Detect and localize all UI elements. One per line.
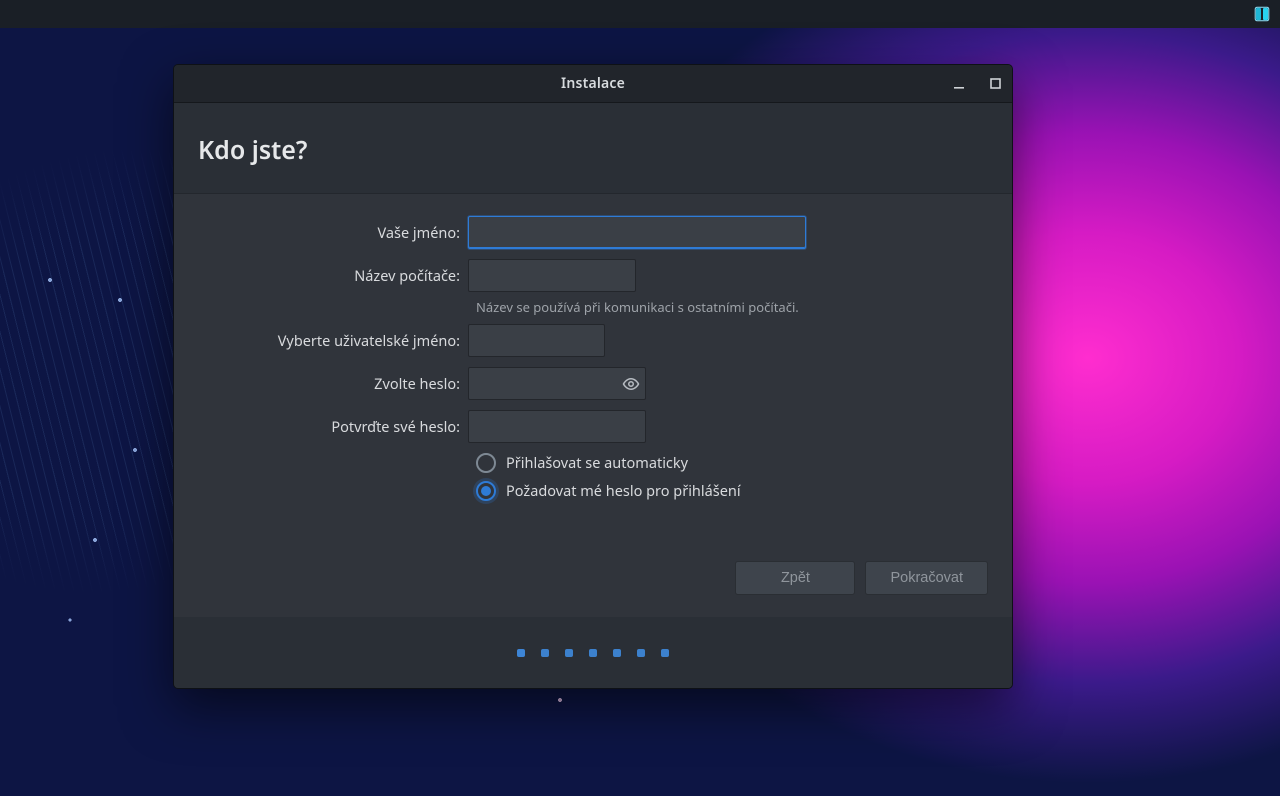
nav-buttons: Zpět Pokračovat <box>174 527 1012 617</box>
name-input[interactable] <box>468 216 806 249</box>
progress-dots <box>174 617 1012 688</box>
step-dot <box>613 649 621 657</box>
step-dot <box>517 649 525 657</box>
step-dot <box>637 649 645 657</box>
user-form: Vaše jméno: Název počítače: Název se pou… <box>174 194 1012 527</box>
confirm-label: Potvrďte své heslo: <box>198 417 468 437</box>
top-panel <box>0 0 1280 28</box>
require-password-label: Požadovat mé heslo pro přihlášení <box>506 481 741 501</box>
maximize-button[interactable] <box>986 75 1004 93</box>
username-label: Vyberte uživatelské jméno: <box>198 331 468 351</box>
hostname-hint: Název se používá při komunikaci s ostatn… <box>476 298 988 316</box>
radio-icon <box>476 453 496 473</box>
installer-indicator-icon[interactable] <box>1252 4 1272 24</box>
auto-login-label: Přihlašovat se automaticky <box>506 453 688 473</box>
username-input[interactable] <box>468 324 605 357</box>
show-password-button[interactable] <box>618 367 644 400</box>
step-dot <box>541 649 549 657</box>
page-header: Kdo jste? <box>174 103 1012 194</box>
continue-button[interactable]: Pokračovat <box>865 561 988 595</box>
confirm-password-input[interactable] <box>468 410 646 443</box>
password-label: Zvolte heslo: <box>198 374 468 394</box>
require-password-option[interactable]: Požadovat mé heslo pro přihlášení <box>476 481 988 501</box>
page-title: Kdo jste? <box>198 133 988 167</box>
installer-window: Instalace Kdo jste? Vaše jméno: Název po… <box>173 64 1013 689</box>
hostname-label: Název počítače: <box>198 266 468 286</box>
titlebar[interactable]: Instalace <box>174 65 1012 103</box>
back-button[interactable]: Zpět <box>735 561 855 595</box>
minimize-button[interactable] <box>950 75 968 93</box>
auto-login-option[interactable]: Přihlašovat se automaticky <box>476 453 988 473</box>
name-label: Vaše jméno: <box>198 223 468 243</box>
hostname-input[interactable] <box>468 259 636 292</box>
step-dot <box>661 649 669 657</box>
radio-icon <box>476 481 496 501</box>
step-dot <box>565 649 573 657</box>
step-dot <box>589 649 597 657</box>
login-option-group: Přihlašovat se automaticky Požadovat mé … <box>476 453 988 501</box>
window-controls <box>950 65 1004 102</box>
window-title: Instalace <box>561 74 625 93</box>
